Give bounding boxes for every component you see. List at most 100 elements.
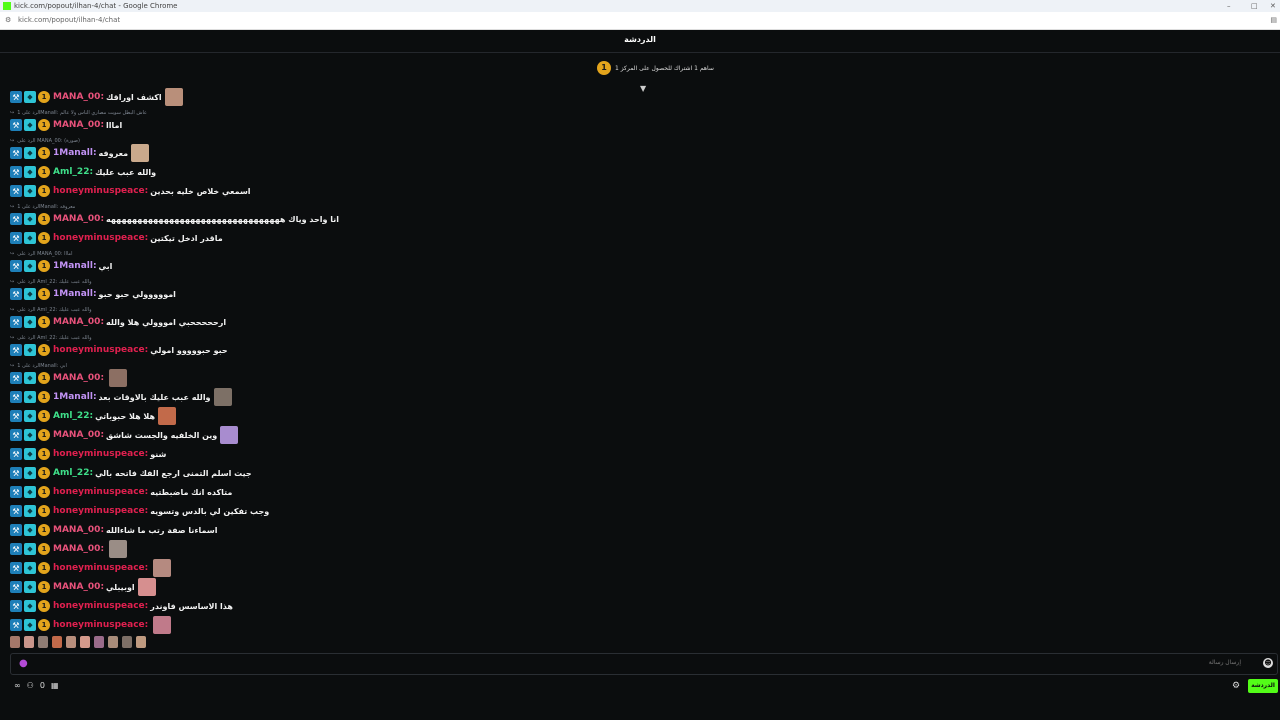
chat-message[interactable]: ⚒ ◆ 1 MANA_00: اوبيبلي (10, 578, 156, 596)
vip-badge-icon: ◆ (24, 316, 36, 328)
username[interactable]: honeyminuspeace: (53, 563, 148, 573)
chat-message[interactable]: ⚒ ◆ 1 Aml_22: والله عبب عليك (10, 165, 156, 179)
chat-message[interactable]: ⚒ ◆ 1 Aml_22: هلا هلا حبوباتي (10, 407, 177, 425)
username[interactable]: MANA_00: (53, 92, 104, 102)
username[interactable]: MANA_00: (53, 525, 104, 535)
username[interactable]: MANA_00: (53, 373, 104, 383)
chat-message[interactable]: ⚒ ◆ 1 honeyminuspeace: ماقدر ادخل تيكتين (10, 231, 223, 245)
extension-icon[interactable]: ▤ (1270, 12, 1277, 29)
site-info-icon[interactable]: ⚙ (5, 12, 11, 29)
emote-thumbnail[interactable] (136, 636, 146, 648)
message-text: حبو حبووووو امولي (150, 345, 228, 355)
chat-message[interactable]: ⚒ ◆ 1 MANA_00: (10, 540, 128, 558)
reply-context[interactable]: ↪ الرد على 1Manall: عاش البطل سويت مصاري … (10, 109, 147, 117)
reply-context[interactable]: ↪ الرد على Aml_22: والله عبب عليك (10, 334, 92, 342)
chat-message[interactable]: ⚒ ◆ 1 1Manall: والله عبب عليك بالاوقات بعد (10, 388, 232, 406)
chat-send-button[interactable]: الدردشة (1248, 679, 1278, 693)
moderator-badge-icon: ⚒ (10, 166, 22, 178)
reply-context[interactable]: ↪ الرد على MANA_00: (صورة) (10, 137, 80, 145)
username[interactable]: Aml_22: (53, 167, 93, 177)
vip-badge-icon: ◆ (24, 581, 36, 593)
reply-context[interactable]: ↪ الرد على Aml_22: والله عبب عليك (10, 278, 92, 286)
emoji-icon[interactable]: ☻ (1263, 658, 1273, 668)
username[interactable]: 1Manall: (53, 148, 97, 158)
username[interactable]: MANA_00: (53, 582, 104, 592)
pinned-banner[interactable]: 1 ساهم 1 اشتراك للحصول على المركز 1 (0, 53, 1280, 83)
username[interactable]: 1Manall: (53, 261, 97, 271)
username[interactable]: honeyminuspeace: (53, 601, 148, 611)
moderator-badge-icon: ⚒ (10, 619, 22, 631)
chat-message[interactable]: ⚒ ◆ 1 honeyminuspeace: هذا الاساسس فاوندر (10, 599, 233, 613)
chat-message[interactable]: ⚒ ◆ 1 1Manall: ابي (10, 259, 112, 273)
moderator-badge-icon: ⚒ (10, 505, 22, 517)
reply-text: الرد على 1Manall: عاش البطل سويت مصاري ا… (17, 110, 148, 116)
emote-thumbnail[interactable] (24, 636, 34, 648)
chat-message[interactable]: ⚒ ◆ 1 MANA_00: ارحححححبي امووولي هلا والله (10, 315, 226, 329)
username[interactable]: MANA_00: (53, 544, 104, 554)
emote-thumbnail[interactable] (38, 636, 48, 648)
emote-thumbnail[interactable] (66, 636, 76, 648)
chat-message[interactable]: ⚒ ◆ 1 Aml_22: جيت اسلم التمنى ارجع الفك فاتح… (10, 466, 252, 480)
chat-message[interactable]: ⚒ ◆ 1 honeyminuspeace: (10, 616, 172, 634)
chat-message[interactable]: ⚒ ◆ 1 MANA_00: اسماءنا صفة رتب ما شاءالله (10, 523, 217, 537)
chat-message[interactable]: ⚒ ◆ 1 honeyminuspeace: متاكده انك ماضبطتيه (10, 485, 232, 499)
gifter-badge-icon: 1 (38, 600, 50, 612)
username[interactable]: honeyminuspeace: (53, 186, 148, 196)
message-text: معروفه (98, 148, 129, 158)
emote-thumbnail[interactable] (10, 636, 20, 648)
reply-context[interactable]: ↪ الرد على MANA_00: امااا (10, 250, 73, 258)
chat-message[interactable]: ⚒ ◆ 1 MANA_00: انا واحد وياك ههههههههههههههه… (10, 212, 339, 226)
chat-message[interactable]: ⚒ ◆ 1 honeyminuspeace: شنو (10, 447, 166, 461)
chat-message[interactable]: ⚒ ◆ 1 MANA_00: اكشف اوراقك (10, 88, 183, 106)
username[interactable]: honeyminuspeace: (53, 345, 148, 355)
minimize-icon[interactable]: – (1227, 0, 1231, 12)
username[interactable]: MANA_00: (53, 214, 104, 224)
username[interactable]: 1Manall: (53, 289, 97, 299)
username[interactable]: honeyminuspeace: (53, 449, 148, 459)
emote-thumbnail[interactable] (122, 636, 132, 648)
chat-message[interactable]: ⚒ ◆ 1 honeyminuspeace: اسمعي خلاص خليه بحدين (10, 184, 251, 198)
close-icon[interactable]: ✕ (1270, 0, 1276, 12)
users-icon[interactable]: ⚇ (27, 681, 34, 690)
chat-message[interactable]: ⚒ ◆ 1 MANA_00: وين الخلفيه والجست شاشق (10, 426, 239, 444)
chat-message[interactable]: ⚒ ◆ 1 honeyminuspeace: (10, 559, 172, 577)
vip-badge-icon: ◆ (24, 147, 36, 159)
username[interactable]: Aml_22: (53, 411, 93, 421)
chat-message[interactable]: ⚒ ◆ 1 honeyminuspeace: حبو حبووووو امولي (10, 343, 228, 357)
reply-arrow-icon: ↪ (10, 204, 15, 210)
chat-message[interactable]: ⚒ ◆ 1 MANA_00: امااا (10, 118, 122, 132)
username[interactable]: 1Manall: (53, 392, 97, 402)
username[interactable]: honeyminuspeace: (53, 620, 148, 630)
mic-icon[interactable]: ● (19, 658, 28, 669)
gifter-badge-icon: 1 (38, 316, 50, 328)
username[interactable]: MANA_00: (53, 120, 104, 130)
maximize-icon[interactable]: □ (1251, 0, 1258, 12)
emote-thumbnail[interactable] (94, 636, 104, 648)
chat-message[interactable]: ⚒ ◆ 1 MANA_00: (10, 369, 128, 387)
emote-thumbnail[interactable] (80, 636, 90, 648)
address-bar[interactable]: ⚙ kick.com/popout/ilhan-4/chat ▤ (0, 12, 1280, 30)
infinity-icon[interactable]: ∞ (14, 681, 21, 690)
chat-message[interactable]: ⚒ ◆ 1 1Manall: امووووولي حبو حبو (10, 287, 176, 301)
calendar-icon[interactable]: ▦ (51, 681, 59, 690)
reply-context[interactable]: ↪ الرد على 1Manall: ابي (10, 362, 67, 370)
gifter-badge-icon: 1 (38, 232, 50, 244)
reply-context[interactable]: ↪ الرد على Aml_22: والله عبب عليك (10, 306, 92, 314)
username[interactable]: honeyminuspeace: (53, 233, 148, 243)
url-text[interactable]: kick.com/popout/ilhan-4/chat (18, 12, 120, 29)
username[interactable]: MANA_00: (53, 430, 104, 440)
chat-input[interactable] (1039, 659, 1243, 667)
emote-thumbnail[interactable] (108, 636, 118, 648)
chat-message[interactable]: ⚒ ◆ 1 1Manall: معروفه (10, 144, 150, 162)
username[interactable]: Aml_22: (53, 468, 93, 478)
emote-strip[interactable] (10, 636, 146, 648)
settings-gear-icon[interactable]: ⚙ (1232, 681, 1240, 691)
username[interactable]: MANA_00: (53, 317, 104, 327)
chat-message[interactable]: ⚒ ◆ 1 honeyminuspeace: وجب تفكين لي بالدس وت… (10, 504, 269, 518)
reply-context[interactable]: ↪ الرد على 1Manall: معروفه (10, 203, 75, 211)
username[interactable]: honeyminuspeace: (53, 487, 148, 497)
emote-thumbnail[interactable] (52, 636, 62, 648)
chat-messages[interactable]: ⚒ ◆ 1 MANA_00: اكشف اوراقك ↪ الرد على 1Manall:… (0, 88, 1280, 652)
username[interactable]: honeyminuspeace: (53, 506, 148, 516)
chat-input-box[interactable]: ● ☻ (10, 653, 1278, 675)
